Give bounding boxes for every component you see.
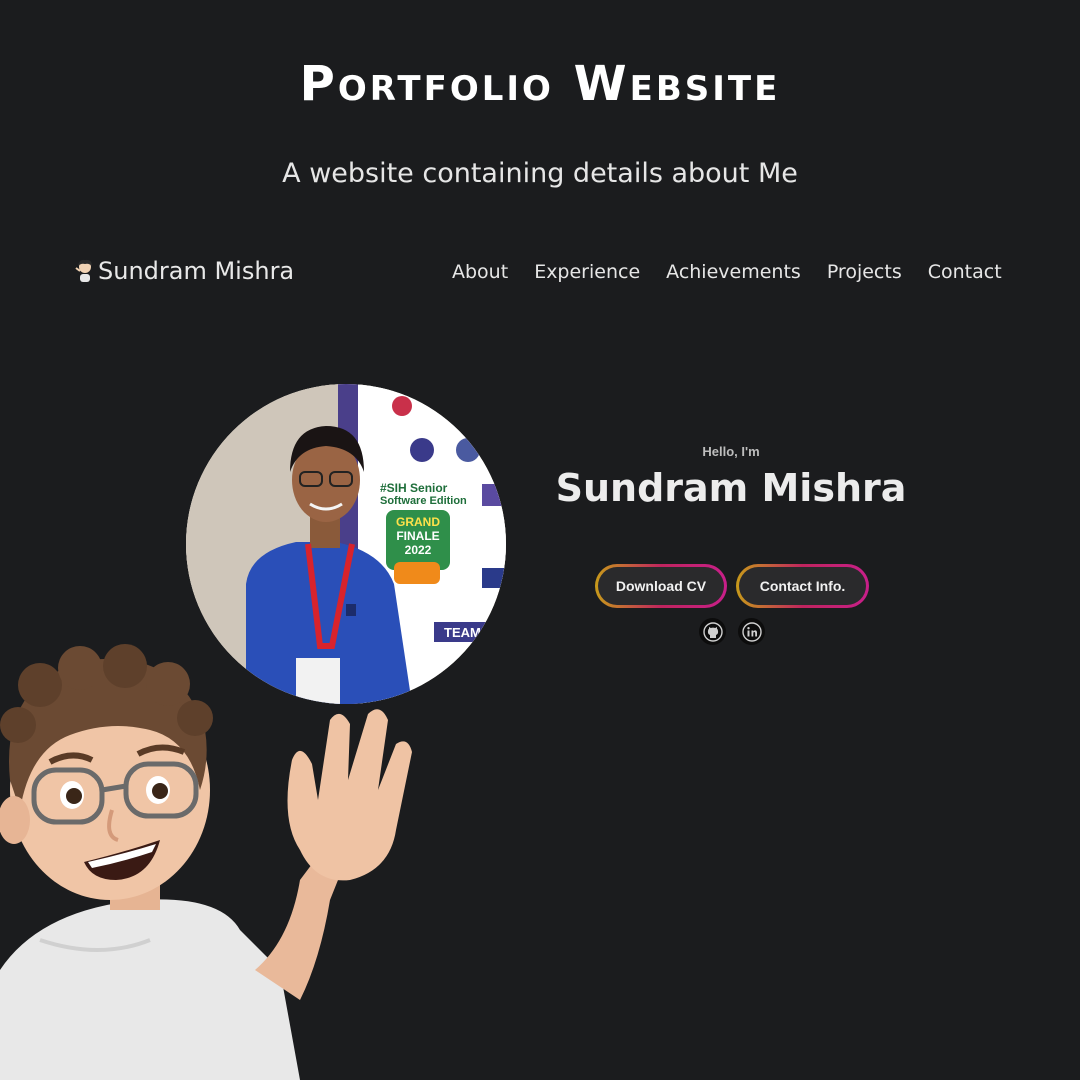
- memoji-avatar: [0, 640, 440, 1080]
- hero-greeting: Hello, I'm: [702, 444, 760, 459]
- svg-text:TEAM: TEAM: [444, 625, 481, 640]
- github-icon[interactable]: [699, 618, 726, 645]
- social-links: [699, 618, 765, 645]
- linkedin-icon[interactable]: [738, 618, 765, 645]
- contact-info-button[interactable]: Contact Info.: [736, 564, 869, 608]
- download-cv-button[interactable]: Download CV: [595, 564, 727, 608]
- svg-text:2022: 2022: [405, 543, 432, 557]
- promo-subtitle: A website containing details about Me: [282, 158, 798, 189]
- person-emoji-icon: [74, 258, 96, 284]
- hero-name: Sundram Mishra: [555, 466, 907, 510]
- nav-link-projects[interactable]: Projects: [827, 261, 902, 283]
- nav-link-achievements[interactable]: Achievements: [666, 261, 801, 283]
- svg-text:Software Edition: Software Edition: [380, 495, 467, 507]
- nav-link-about[interactable]: About: [452, 261, 508, 283]
- nav-links: About Experience Achievements Projects C…: [452, 261, 1002, 283]
- brand-name: Sundram Mishra: [98, 257, 295, 285]
- nav-link-experience[interactable]: Experience: [534, 261, 640, 283]
- brand-logo[interactable]: Sundram Mishra: [74, 257, 294, 285]
- nav-link-contact[interactable]: Contact: [928, 261, 1002, 283]
- promo-title: Portfolio Website: [299, 56, 781, 112]
- svg-text:#SIH Senior: #SIH Senior: [380, 481, 448, 495]
- svg-text:GRAND: GRAND: [396, 515, 440, 529]
- svg-text:FINALE: FINALE: [396, 529, 439, 543]
